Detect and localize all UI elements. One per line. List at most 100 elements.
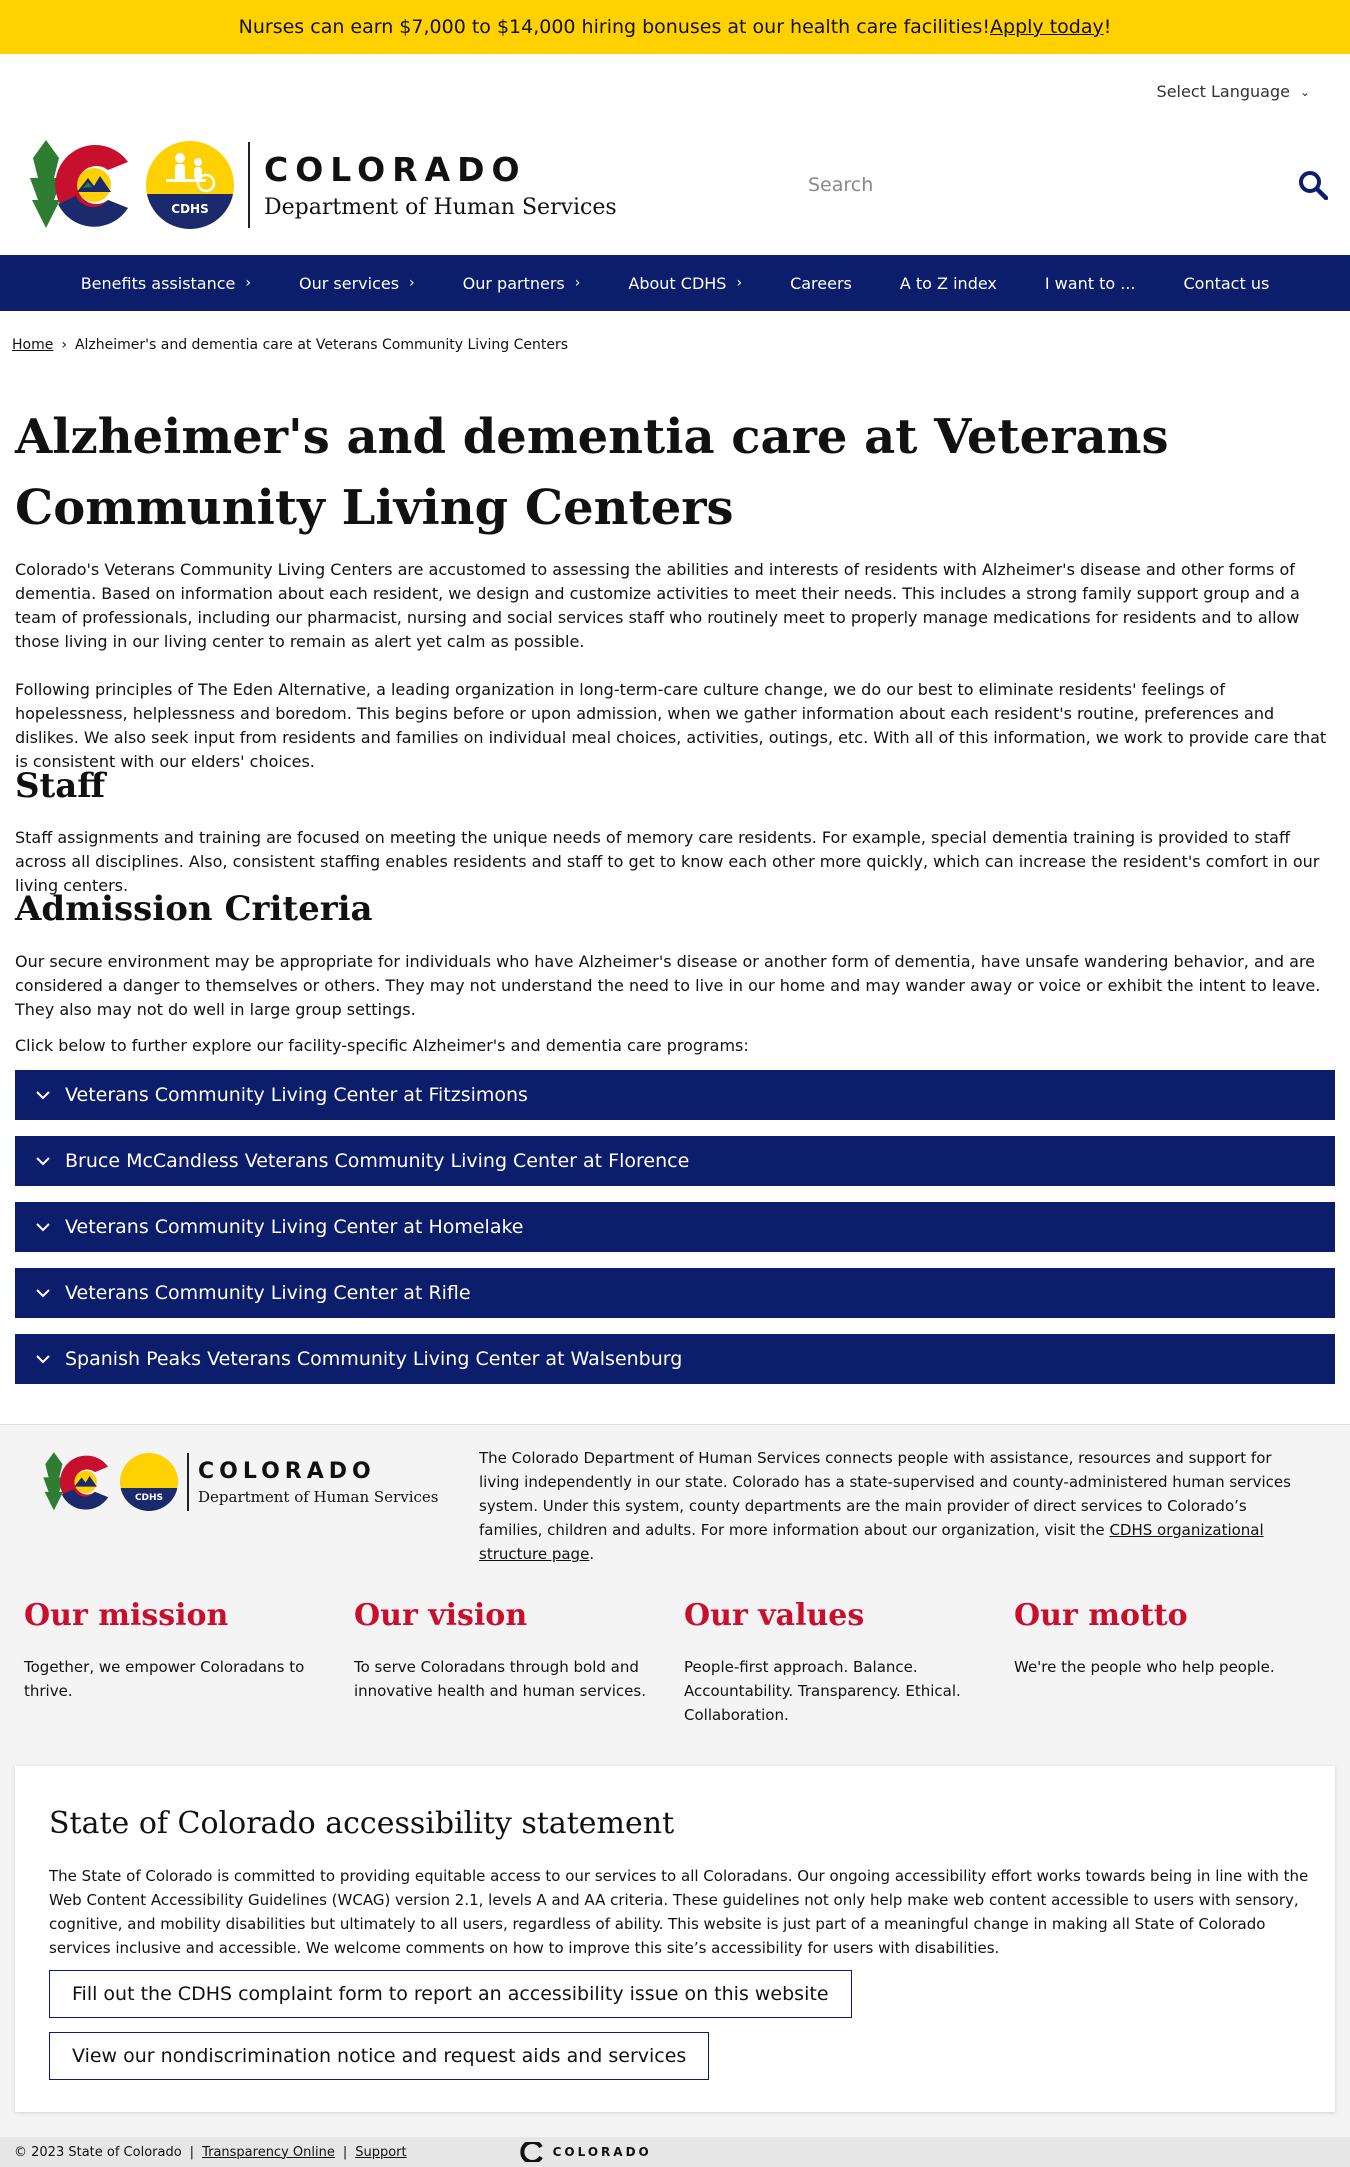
chevron-right-icon: › xyxy=(574,275,581,291)
chevron-right-icon: › xyxy=(409,275,415,291)
nav-item-our-services[interactable]: Our services › xyxy=(275,274,439,293)
nav-item-label: Benefits assistance xyxy=(80,273,236,293)
breadcrumb-home-link[interactable]: Home xyxy=(12,337,53,353)
cdhs-badge-icon: CDHS xyxy=(120,1453,178,1511)
page-title: Alzheimer's and dementia care at Veteran… xyxy=(15,409,1169,536)
values-text: People-first approach. Balance. Accounta… xyxy=(684,1658,961,1724)
chevron-down-icon xyxy=(36,1157,50,1166)
admission-paragraph: Our secure environment may be appropriat… xyxy=(15,952,1321,1019)
footer-motto: Our motto We're the people who help peop… xyxy=(1014,1598,1324,1679)
accordion-walsenburg[interactable]: Spanish Peaks Veterans Community Living … xyxy=(15,1334,1335,1384)
nav-item-label: Contact us xyxy=(1183,273,1270,293)
chevron-down-icon xyxy=(36,1091,50,1100)
chevron-right-icon: › xyxy=(245,275,251,291)
breadcrumb-current: Alzheimer's and dementia care at Veteran… xyxy=(74,337,568,353)
vision-heading: Our vision xyxy=(354,1598,528,1633)
accordion-rifle[interactable]: Veterans Community Living Center at Rifl… xyxy=(15,1268,1335,1318)
colorado-state-logo[interactable]: COLORADO xyxy=(515,2142,652,2162)
values-heading: Our values xyxy=(684,1598,865,1633)
colorado-c-logo-icon xyxy=(30,140,128,228)
nav-item-label: A to Z index xyxy=(899,273,997,293)
accordion-label: Veterans Community Living Center at Home… xyxy=(65,1216,524,1238)
accordion-homelake[interactable]: Veterans Community Living Center at Home… xyxy=(15,1202,1335,1252)
cdhs-badge-label: CDHS xyxy=(146,193,234,229)
nav-item-careers[interactable]: Careers xyxy=(766,274,876,293)
logo-divider xyxy=(187,1453,189,1511)
breadcrumb-separator: › xyxy=(61,337,67,353)
footer-logo-department-name: Department of Human Services xyxy=(198,1487,439,1506)
nav-item-about-cdhs[interactable]: About CDHS › xyxy=(604,274,766,293)
footer-logo-state-name: COLORADO xyxy=(198,1458,376,1484)
motto-heading: Our motto xyxy=(1014,1598,1188,1633)
banner-text-end: ! xyxy=(1103,16,1112,38)
colorado-c-logo-icon xyxy=(43,1452,109,1511)
intro-paragraph-2: Following principles of The Eden Alterna… xyxy=(15,680,1327,771)
nav-item-i-want-to[interactable]: I want to ... xyxy=(1021,274,1160,293)
footer-description: The Colorado Department of Human Service… xyxy=(479,1446,1309,1566)
footer-values: Our values People-first approach. Balanc… xyxy=(684,1598,994,1727)
breadcrumb: Home › Alzheimer's and dementia care at … xyxy=(12,337,568,353)
transparency-online-link[interactable]: Transparency Online xyxy=(202,2145,335,2160)
footer-mission: Our mission Together, we empower Colorad… xyxy=(24,1598,334,1703)
footer-logo[interactable]: CDHS COLORADO Department of Human Servic… xyxy=(42,1452,438,1512)
cdhs-badge-label: CDHS xyxy=(120,1487,178,1511)
logo-divider xyxy=(248,142,250,228)
nav-item-label: I want to ... xyxy=(1044,273,1136,293)
accordion-label: Veterans Community Living Center at Fitz… xyxy=(65,1084,528,1106)
chevron-down-icon xyxy=(36,1289,50,1298)
language-label: Select Language xyxy=(1156,82,1290,101)
motto-text: We're the people who help people. xyxy=(1014,1658,1275,1676)
logo-department-name: Department of Human Services xyxy=(264,195,617,220)
logo-state-name: COLORADO xyxy=(264,150,527,189)
staff-paragraph: Staff assignments and training are focus… xyxy=(15,828,1320,895)
cdhs-badge-icon: CDHS xyxy=(146,141,234,229)
accordion-florence[interactable]: Bruce McCandless Veterans Community Livi… xyxy=(15,1136,1335,1186)
support-link[interactable]: Support xyxy=(355,2145,406,2160)
footer-vision: Our vision To serve Coloradans through b… xyxy=(354,1598,664,1703)
bottom-bar: © 2023 State of Colorado | Transparency … xyxy=(0,2137,1350,2167)
bottom-logo-text: COLORADO xyxy=(552,2145,652,2159)
nondiscrimination-notice-button[interactable]: View our nondiscrimination notice and re… xyxy=(49,2032,710,2080)
chevron-right-icon: › xyxy=(736,275,743,291)
chevron-down-icon xyxy=(36,1223,50,1232)
nav-item-a-to-z-index[interactable]: A to Z index xyxy=(876,274,1021,293)
nav-item-contact-us[interactable]: Contact us xyxy=(1159,274,1293,293)
accessibility-heading: State of Colorado accessibility statemen… xyxy=(49,1806,675,1841)
separator: | xyxy=(342,2144,348,2160)
complaint-form-button[interactable]: Fill out the CDHS complaint form to repo… xyxy=(49,1970,852,2018)
accordion-label: Veterans Community Living Center at Rifl… xyxy=(65,1282,471,1304)
search-icon[interactable] xyxy=(1298,170,1328,200)
banner-text: Nurses can earn $7,000 to $14,000 hiring… xyxy=(238,16,991,38)
nav-item-benefits-assistance[interactable]: Benefits assistance › xyxy=(57,274,275,293)
cdhs-logo[interactable]: CDHS COLORADO Department of Human Servic… xyxy=(28,140,617,230)
mission-text: Together, we empower Coloradans to thriv… xyxy=(24,1658,305,1700)
search-bar[interactable]: Search xyxy=(808,165,1328,205)
intro-paragraph-1: Colorado's Veterans Community Living Cen… xyxy=(15,560,1300,651)
nav-item-label: Our services xyxy=(299,273,400,293)
nav-item-label: Careers xyxy=(790,273,852,293)
admission-criteria-heading: Admission Criteria xyxy=(15,889,373,929)
separator: | xyxy=(189,2144,195,2160)
colorado-c-mini-icon xyxy=(519,2142,543,2162)
accessibility-text: The State of Colorado is committed to pr… xyxy=(49,1867,1309,1957)
explore-paragraph: Click below to further explore our facil… xyxy=(15,1036,749,1055)
nav-item-label: About CDHS xyxy=(628,273,727,293)
chevron-down-icon: ⌄ xyxy=(1299,84,1310,99)
search-input[interactable]: Search xyxy=(808,174,1298,196)
mission-heading: Our mission xyxy=(24,1598,229,1633)
accordion-fitzsimons[interactable]: Veterans Community Living Center at Fitz… xyxy=(15,1070,1335,1120)
main-navigation: Benefits assistance › Our services › Our p… xyxy=(0,255,1350,311)
accordion-label: Spanish Peaks Veterans Community Living … xyxy=(65,1348,683,1370)
nav-item-label: Our partners xyxy=(462,273,565,293)
staff-heading: Staff xyxy=(15,766,106,806)
language-select[interactable]: Select Language ⌄ xyxy=(1157,82,1310,101)
footer-description-end: . xyxy=(589,1545,595,1563)
copyright: © 2023 State of Colorado xyxy=(14,2144,182,2160)
accessibility-statement: State of Colorado accessibility statemen… xyxy=(15,1766,1335,2112)
hiring-banner: Nurses can earn $7,000 to $14,000 hiring… xyxy=(0,0,1350,54)
apply-today-link[interactable]: Apply today xyxy=(990,16,1104,38)
vision-text: To serve Coloradans through bold and inn… xyxy=(354,1658,646,1700)
accordion-label: Bruce McCandless Veterans Community Livi… xyxy=(65,1150,690,1172)
nav-item-our-partners[interactable]: Our partners › xyxy=(439,274,605,293)
chevron-down-icon xyxy=(36,1355,50,1364)
